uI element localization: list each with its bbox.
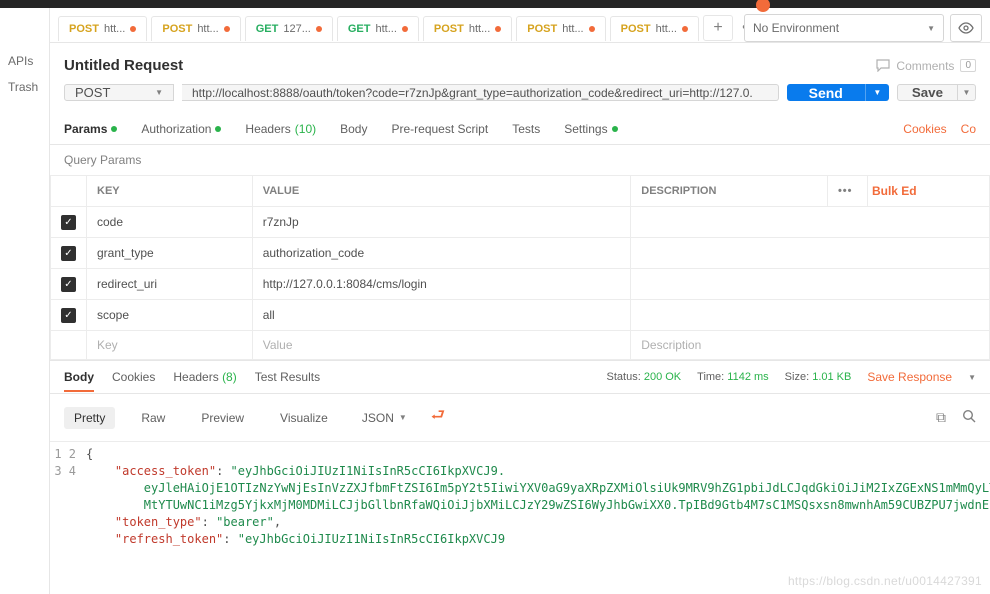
resp-tab-tests[interactable]: Test Results [255, 370, 320, 384]
chevron-down-icon: ▼ [927, 24, 935, 33]
url-input[interactable]: http://localhost:8888/oauth/token?code=r… [182, 84, 779, 101]
save-dropdown[interactable]: ▼ [958, 84, 976, 101]
tab-body[interactable]: Body [340, 122, 367, 136]
checkbox-icon[interactable]: ✓ [61, 277, 76, 292]
sidebar-item-apis[interactable]: APIs [0, 48, 49, 74]
unsaved-dot-icon [402, 26, 408, 32]
tab-request-5[interactable]: POSThtt... [516, 16, 605, 41]
tab-request-3[interactable]: GEThtt... [337, 16, 419, 41]
send-button[interactable]: Send [787, 84, 865, 101]
th-description: DESCRIPTION [631, 176, 828, 207]
environment-select[interactable]: No Environment ▼ [744, 14, 944, 42]
view-preview[interactable]: Preview [191, 407, 254, 429]
tab-request-1[interactable]: POSThtt... [151, 16, 240, 41]
chevron-down-icon: ▼ [399, 413, 407, 422]
format-select[interactable]: JSON ▼ [354, 407, 415, 429]
unsaved-dot-icon [224, 26, 230, 32]
comment-icon [876, 59, 890, 72]
th-actions-icon[interactable]: ••• [827, 176, 867, 207]
status-dot-icon [612, 126, 618, 132]
bulk-edit-link[interactable]: Bulk Ed [872, 184, 917, 198]
th-key: KEY [87, 176, 253, 207]
tab-headers[interactable]: Headers(10) [245, 122, 316, 136]
tab-tests[interactable]: Tests [512, 122, 540, 136]
code-link[interactable]: Co [961, 122, 976, 136]
method-select[interactable]: POST ▼ [64, 84, 174, 101]
unsaved-dot-icon [495, 26, 501, 32]
chevron-down-icon: ▼ [155, 88, 163, 97]
resp-tab-cookies[interactable]: Cookies [112, 370, 155, 384]
unsaved-dot-icon [130, 26, 136, 32]
status-dot-icon [111, 126, 117, 132]
new-tab-button[interactable]: + [703, 15, 733, 41]
unsaved-dot-icon [682, 26, 688, 32]
chevron-down-icon: ▼ [873, 88, 881, 97]
copy-icon[interactable]: ⧉ [936, 409, 946, 426]
search-icon[interactable] [962, 409, 976, 426]
environment-label: No Environment [753, 21, 839, 35]
tab-request-2[interactable]: GET127... [245, 16, 333, 41]
watermark: https://blog.csdn.net/u0014427391 [788, 574, 982, 588]
resp-tab-headers[interactable]: Headers (8) [173, 370, 236, 384]
query-params-title: Query Params [50, 145, 990, 175]
checkbox-icon[interactable]: ✓ [61, 215, 76, 230]
checkbox-icon[interactable]: ✓ [61, 246, 76, 261]
sidebar-item-trash[interactable]: Trash [0, 74, 49, 100]
checkbox-icon[interactable]: ✓ [61, 308, 76, 323]
tab-settings[interactable]: Settings [564, 122, 617, 136]
tab-prerequest[interactable]: Pre-request Script [391, 122, 488, 136]
send-dropdown[interactable]: ▼ [865, 84, 889, 101]
tab-request-6[interactable]: POSThtt... [610, 16, 699, 41]
tab-request-4[interactable]: POSThtt... [423, 16, 512, 41]
tab-params[interactable]: Params [64, 122, 117, 136]
view-pretty[interactable]: Pretty [64, 407, 115, 429]
view-raw[interactable]: Raw [131, 407, 175, 429]
tab-authorization[interactable]: Authorization [141, 122, 221, 136]
unsaved-dot-icon [316, 26, 322, 32]
unsaved-dot-icon [589, 26, 595, 32]
environment-quicklook-icon[interactable] [950, 14, 982, 42]
table-row-empty[interactable]: Key Value Description [51, 331, 990, 360]
cookies-link[interactable]: Cookies [903, 122, 946, 136]
table-row[interactable]: ✓ scope all [51, 300, 990, 331]
table-row[interactable]: ✓ grant_type authorization_code [51, 238, 990, 269]
left-sidebar: APIs Trash [0, 8, 50, 594]
save-response-link[interactable]: Save Response [867, 370, 952, 384]
resp-tab-body[interactable]: Body [64, 370, 94, 384]
save-button[interactable]: Save [897, 84, 958, 101]
th-value: VALUE [252, 176, 631, 207]
table-row[interactable]: ✓ code r7znJp [51, 207, 990, 238]
comments-button[interactable]: Comments 0 [876, 59, 976, 73]
response-body[interactable]: 1 2 3 4 { "access_token": "eyJhbGciOiJIU… [50, 442, 990, 548]
view-visualize[interactable]: Visualize [270, 407, 338, 429]
tab-request-0[interactable]: POSThtt... [58, 16, 147, 41]
comments-count: 0 [960, 59, 976, 72]
status-dot-icon [215, 126, 221, 132]
wrap-lines-icon[interactable]: ⮐ [431, 404, 445, 431]
chevron-down-icon: ▼ [968, 373, 976, 382]
request-name[interactable]: Untitled Request [64, 57, 183, 74]
chevron-down-icon: ▼ [963, 88, 971, 97]
table-row[interactable]: ✓ redirect_uri http://127.0.0.1:8084/cms… [51, 269, 990, 300]
